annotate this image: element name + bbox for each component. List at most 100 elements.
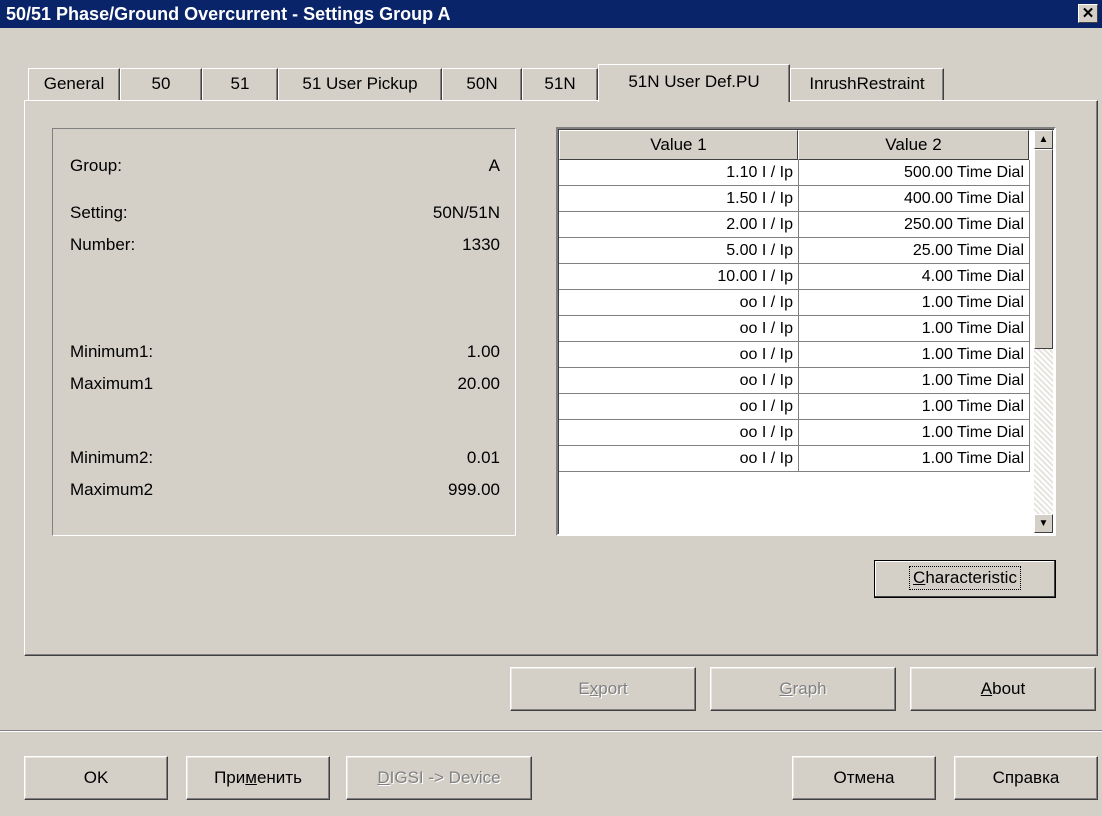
column-header-value1[interactable]: Value 1: [559, 130, 798, 160]
cell-value1[interactable]: 1.10 I / Ip: [559, 160, 799, 186]
close-button[interactable]: ✕: [1078, 4, 1098, 23]
table-row[interactable]: 5.00 I / Ip 25.00 Time Dial: [559, 238, 1038, 264]
minimum1-value: 1.00: [466, 342, 500, 361]
minimum2-label: Minimum2:: [70, 448, 154, 467]
button-label: OK: [83, 768, 109, 787]
button-label: Отмена: [833, 768, 895, 787]
cell-value1[interactable]: oo I / Ip: [559, 290, 799, 316]
table-row[interactable]: 2.00 I / Ip 250.00 Time Dial: [559, 212, 1038, 238]
number-value: 1330: [462, 235, 500, 254]
table-row[interactable]: oo I / Ip 1.00 Time Dial: [559, 420, 1038, 446]
cell-value1[interactable]: oo I / Ip: [559, 420, 799, 446]
button-label: Characteristic: [909, 566, 1021, 590]
tab-label: 51: [230, 74, 250, 93]
button-label: Применить: [214, 768, 302, 787]
cell-value1[interactable]: 1.50 I / Ip: [559, 186, 799, 212]
cell-value2[interactable]: 250.00 Time Dial: [799, 212, 1030, 238]
setting-label: Setting:: [70, 203, 128, 222]
tab-label: 51 User Pickup: [302, 74, 418, 93]
tab-50n[interactable]: 50N: [442, 68, 522, 100]
number-label: Number:: [70, 235, 136, 254]
cell-value2[interactable]: 4.00 Time Dial: [799, 264, 1030, 290]
info-groupbox: [52, 128, 516, 536]
tab-50[interactable]: 50: [120, 68, 202, 100]
maximum1-value: 20.00: [457, 374, 500, 393]
close-icon: ✕: [1081, 5, 1095, 22]
maximum1-label: Maximum1: [70, 374, 154, 393]
table-row[interactable]: oo I / Ip 1.00 Time Dial: [559, 342, 1038, 368]
cancel-button[interactable]: Отмена: [792, 756, 936, 800]
column-header-label: Value 1: [650, 135, 707, 154]
button-label: Graph: [779, 679, 827, 698]
cell-value1[interactable]: oo I / Ip: [559, 394, 799, 420]
digsi-device-button[interactable]: DIGSI -> Device: [346, 756, 532, 800]
tab-51-user-pickup[interactable]: 51 User Pickup: [278, 68, 442, 100]
cell-value1[interactable]: 10.00 I / Ip: [559, 264, 799, 290]
graph-button[interactable]: Graph: [710, 667, 896, 711]
cell-value1[interactable]: oo I / Ip: [559, 342, 799, 368]
scroll-thumb[interactable]: [1034, 149, 1053, 349]
maximum2-value: 999.00: [448, 480, 500, 499]
grid-scrollbar[interactable]: ▲ ▼: [1034, 130, 1053, 533]
tab-label: 50: [151, 74, 171, 93]
cell-value2[interactable]: 1.00 Time Dial: [799, 368, 1030, 394]
table-row[interactable]: oo I / Ip 1.00 Time Dial: [559, 290, 1038, 316]
button-label: Справка: [992, 768, 1060, 787]
table-row[interactable]: 1.10 I / Ip 500.00 Time Dial: [559, 160, 1038, 186]
cell-value2[interactable]: 25.00 Time Dial: [799, 238, 1030, 264]
apply-button[interactable]: Применить: [186, 756, 330, 800]
tab-51n-user-def-pu[interactable]: 51N User Def.PU: [598, 64, 790, 102]
table-row[interactable]: oo I / Ip 1.00 Time Dial: [559, 394, 1038, 420]
cell-value1[interactable]: oo I / Ip: [559, 368, 799, 394]
button-label: About: [980, 679, 1026, 698]
ok-button[interactable]: OK: [24, 756, 168, 800]
cell-value2[interactable]: 1.00 Time Dial: [799, 316, 1030, 342]
scroll-up-button[interactable]: ▲: [1034, 130, 1053, 149]
table-row[interactable]: oo I / Ip 1.00 Time Dial: [559, 368, 1038, 394]
column-header-label: Value 2: [885, 135, 942, 154]
tab-label: InrushRestraint: [809, 74, 925, 93]
table-row[interactable]: oo I / Ip 1.00 Time Dial: [559, 316, 1038, 342]
value-grid[interactable]: Value 1 Value 2 1.10 I / Ip 500.00 Time D…: [556, 127, 1056, 536]
tab-label: 51N User Def.PU: [628, 72, 760, 91]
tab-label: 50N: [466, 74, 498, 93]
arrow-up-icon: ▲: [1038, 134, 1049, 145]
cell-value1[interactable]: 2.00 I / Ip: [559, 212, 799, 238]
tab-51n[interactable]: 51N: [522, 68, 598, 100]
cell-value2[interactable]: 500.00 Time Dial: [799, 160, 1030, 186]
maximum2-label: Maximum2: [70, 480, 154, 499]
table-row[interactable]: oo I / Ip 1.00 Time Dial: [559, 446, 1038, 472]
title-bar: 50/51 Phase/Ground Overcurrent - Setting…: [0, 0, 1102, 28]
tab-51[interactable]: 51: [202, 68, 278, 100]
table-row[interactable]: 10.00 I / Ip 4.00 Time Dial: [559, 264, 1038, 290]
minimum1-label: Minimum1:: [70, 342, 154, 361]
cell-value1[interactable]: oo I / Ip: [559, 316, 799, 342]
help-button[interactable]: Справка: [954, 756, 1098, 800]
column-header-value2[interactable]: Value 2: [798, 130, 1029, 160]
cell-value2[interactable]: 1.00 Time Dial: [799, 446, 1030, 472]
cell-value1[interactable]: oo I / Ip: [559, 446, 799, 472]
table-row[interactable]: 1.50 I / Ip 400.00 Time Dial: [559, 186, 1038, 212]
export-button[interactable]: Export: [510, 667, 696, 711]
button-label: DIGSI -> Device: [377, 768, 501, 787]
setting-value: 50N/51N: [432, 203, 500, 222]
cell-value2[interactable]: 1.00 Time Dial: [799, 420, 1030, 446]
characteristic-button[interactable]: Characteristic: [874, 560, 1056, 598]
tab-label: 51N: [544, 74, 576, 93]
group-label: Group:: [70, 156, 122, 175]
cell-value1[interactable]: 5.00 I / Ip: [559, 238, 799, 264]
cell-value2[interactable]: 1.00 Time Dial: [799, 342, 1030, 368]
window-title: 50/51 Phase/Ground Overcurrent - Setting…: [6, 4, 451, 24]
cell-value2[interactable]: 1.00 Time Dial: [799, 290, 1030, 316]
cell-value2[interactable]: 1.00 Time Dial: [799, 394, 1030, 420]
arrow-down-icon: ▼: [1038, 518, 1049, 529]
separator: [0, 730, 1102, 732]
about-button[interactable]: About: [910, 667, 1096, 711]
group-value: A: [488, 156, 500, 175]
tab-general[interactable]: General: [28, 68, 120, 100]
tab-label: General: [43, 74, 105, 93]
scroll-down-button[interactable]: ▼: [1034, 514, 1053, 533]
tab-inrush-restraint[interactable]: InrushRestraint: [790, 68, 944, 100]
cell-value2[interactable]: 400.00 Time Dial: [799, 186, 1030, 212]
button-label: Export: [578, 679, 628, 698]
